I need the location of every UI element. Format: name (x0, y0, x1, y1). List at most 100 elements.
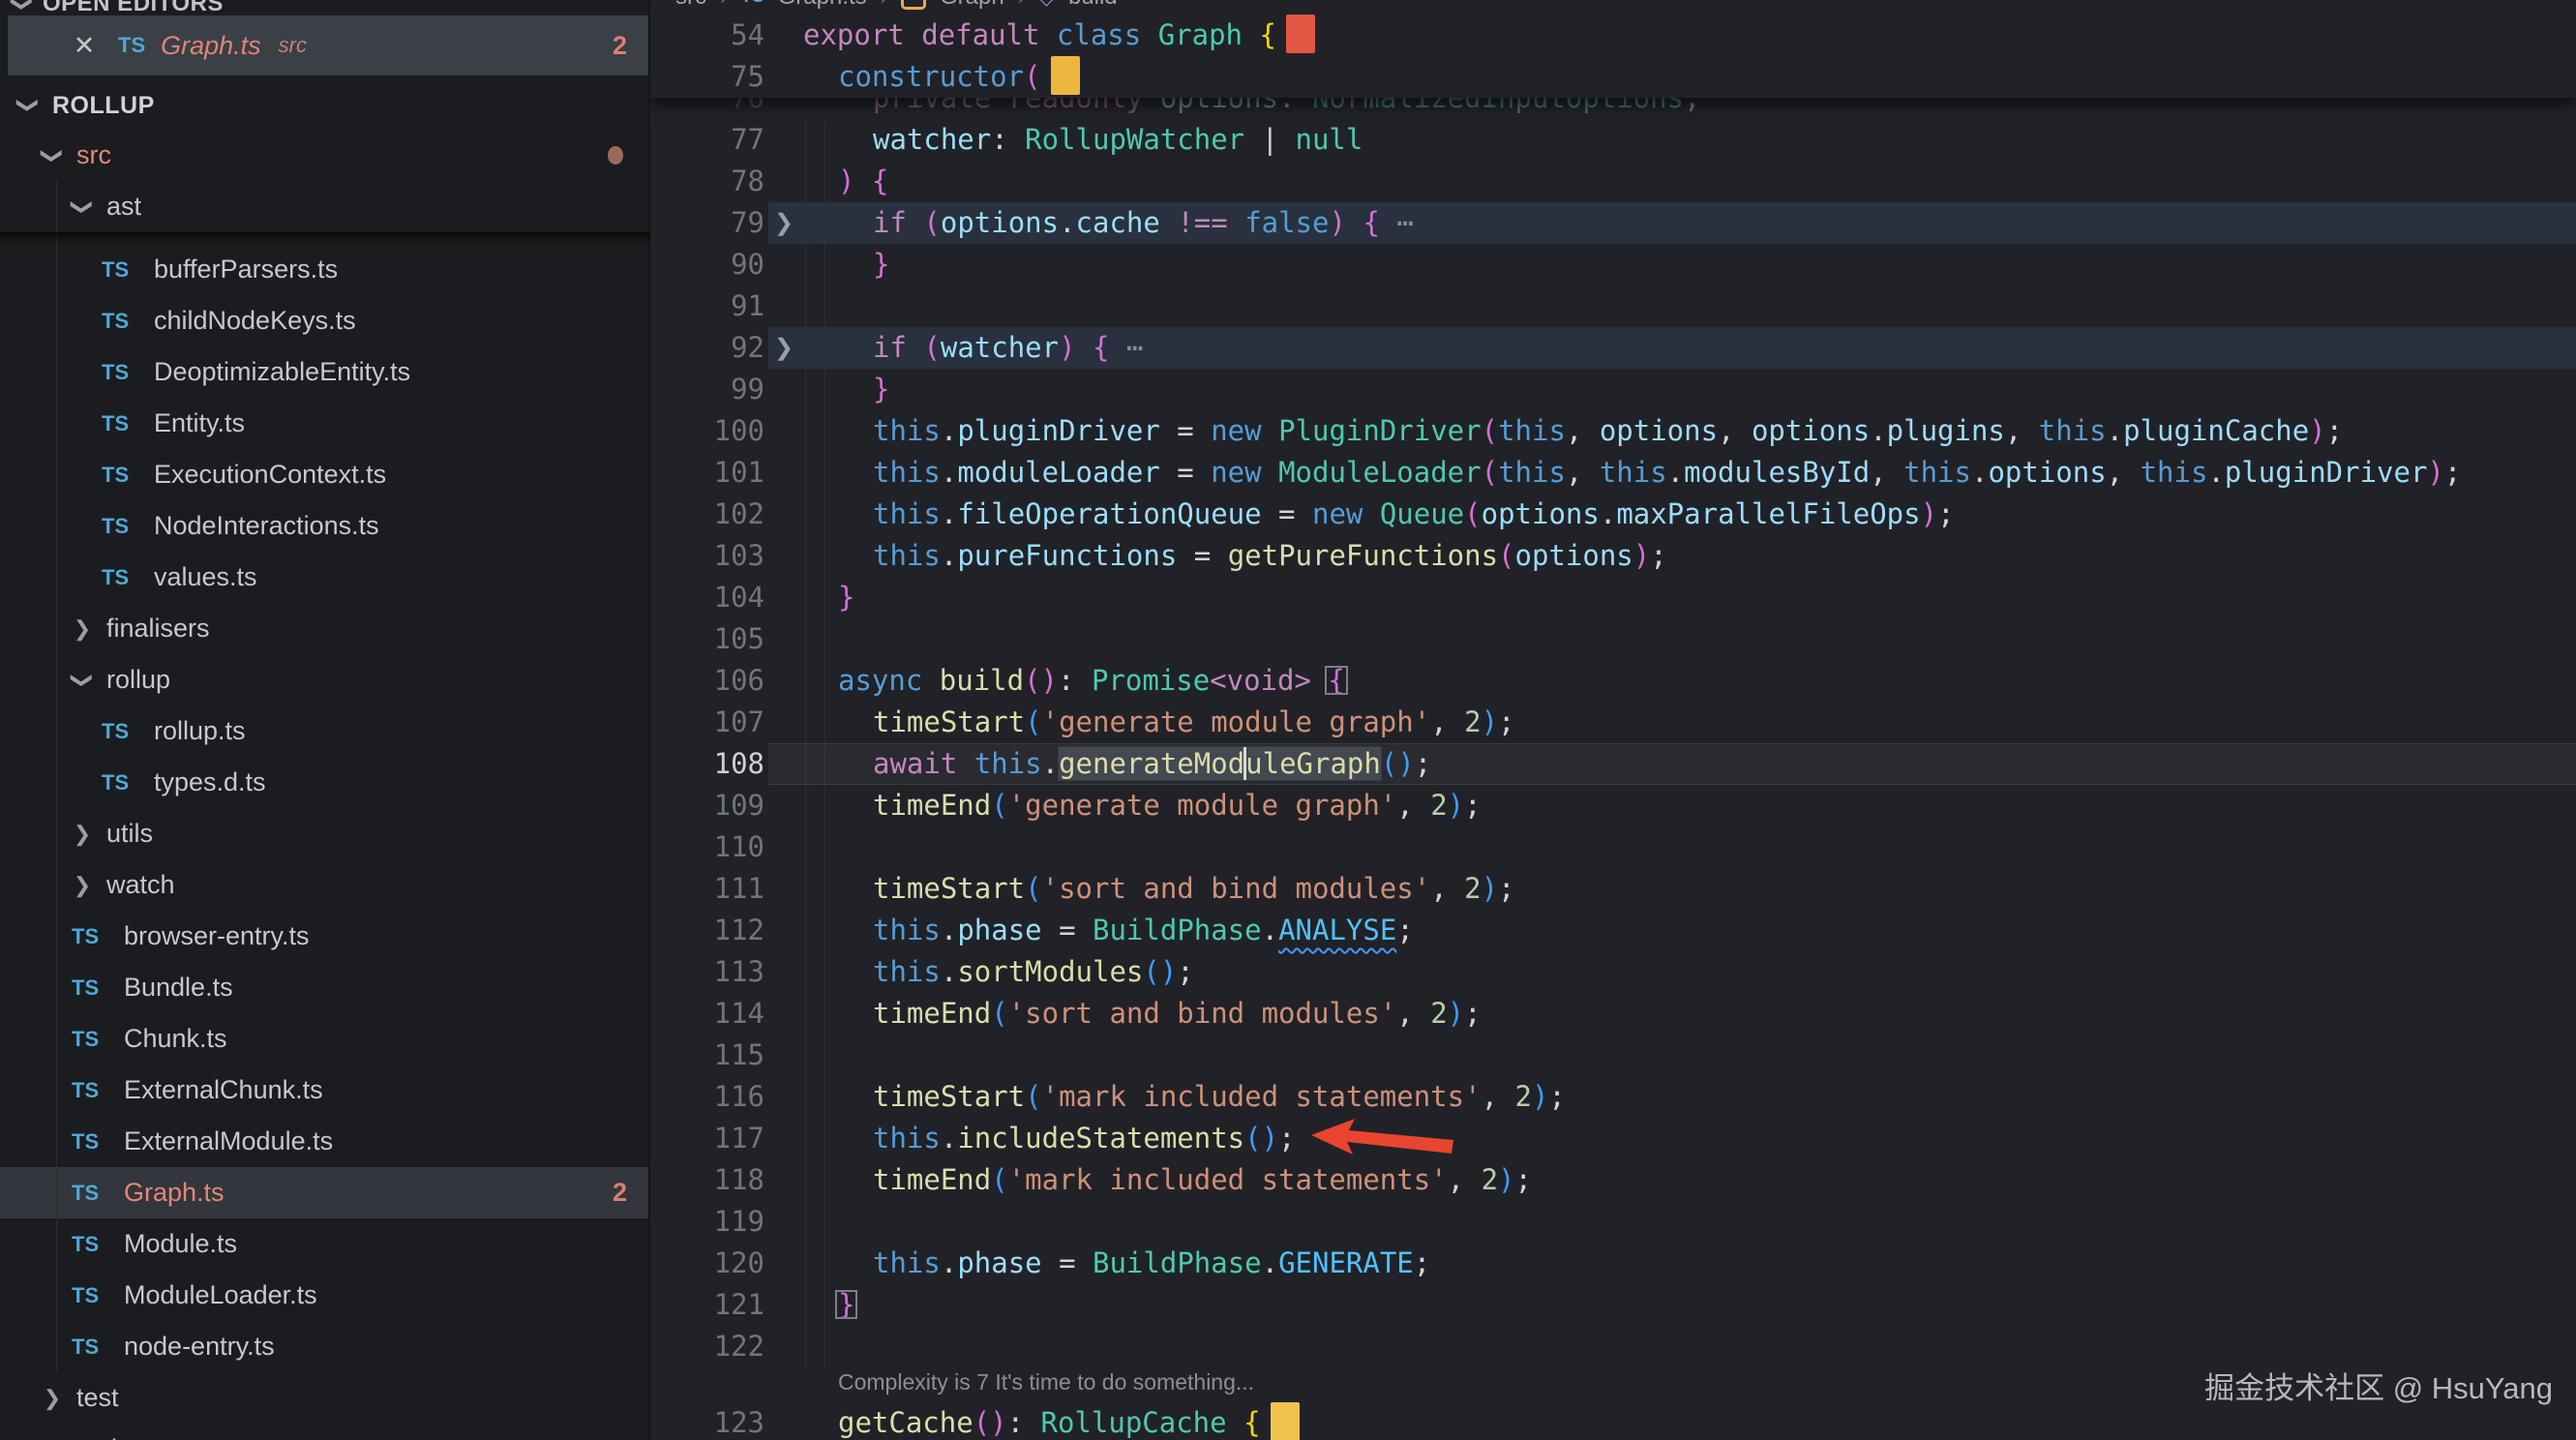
breadcrumb-item-src[interactable]: src (675, 0, 706, 11)
breadcrumb-item-graph[interactable]: Graph (940, 0, 1004, 11)
code-text: export default class Graph { (803, 15, 1315, 56)
code-line-118[interactable]: 118timeEnd('mark included statements', 2… (650, 1159, 2576, 1201)
code-line-109[interactable]: 109timeEnd('generate module graph', 2); (650, 785, 2576, 826)
tree-item-ast[interactable]: ❯ast (0, 181, 650, 232)
annotation-box-yellow2 (1271, 1402, 1300, 1440)
tree-item-rollup-ts[interactable]: TSrollup.ts (0, 705, 650, 757)
code-line-76[interactable]: 76private readonly options: NormalizedIn… (650, 98, 2576, 119)
tree-item-browser-entry-ts[interactable]: TSbrowser-entry.ts (0, 911, 650, 962)
tree-item-executioncontext-ts[interactable]: TSExecutionContext.ts (0, 449, 650, 500)
code-line-99[interactable]: 99} (650, 369, 2576, 410)
code-line-119[interactable]: 119 (650, 1201, 2576, 1243)
typescript-file-icon: TS (102, 360, 140, 385)
code-line-110[interactable]: 110 (650, 826, 2576, 868)
code-lines[interactable]: 77watcher: RollupWatcher | null78) {79❯i… (650, 119, 2576, 1440)
line-number: 114 (658, 993, 764, 1035)
text-cursor (1243, 747, 1246, 780)
code-line-112[interactable]: 112this.phase = BuildPhase.ANALYSE; (650, 910, 2576, 951)
code-line-123[interactable]: 123getCache(): RollupCache { (650, 1402, 2576, 1440)
code-text: private readonly options: NormalizedInpu… (873, 98, 1701, 119)
sticky-scroll: 54export default class Graph {75construc… (650, 15, 2576, 98)
fold-chevron-icon[interactable]: ❯ (774, 327, 794, 369)
close-icon[interactable]: ✕ (68, 31, 101, 61)
tree-item-moduleloader-ts[interactable]: TSModuleLoader.ts (0, 1270, 650, 1321)
fold-chevron-icon[interactable]: ❯ (774, 202, 794, 244)
chevron-down-icon: ❯ (70, 670, 95, 691)
code-line-78[interactable]: 78) { (650, 161, 2576, 202)
tree-item-watch[interactable]: ❯watch (0, 859, 650, 911)
typescript-file-icon: TS (72, 1129, 110, 1155)
tree-item-typings[interactable]: ❯typings (0, 1424, 650, 1440)
code-line-77[interactable]: 77watcher: RollupWatcher | null (650, 119, 2576, 161)
code-line-121[interactable]: 121} (650, 1284, 2576, 1326)
code-editor[interactable]: src›TSGraph.ts›Graph›◇build 54export def… (650, 0, 2576, 1440)
tree-item-values-ts[interactable]: TSvalues.ts (0, 552, 650, 603)
code-line-105[interactable]: 105 (650, 618, 2576, 660)
tree-item-module-ts[interactable]: TSModule.ts (0, 1218, 650, 1270)
code-line-103[interactable]: 103this.pureFunctions = getPureFunctions… (650, 535, 2576, 577)
tree-item-bundle-ts[interactable]: TSBundle.ts (0, 962, 650, 1013)
tree-item-label: typings (76, 1434, 160, 1440)
chevron-right-icon: ❯ (72, 822, 93, 847)
typescript-file-icon: TS (102, 309, 140, 334)
tree-item-rollup[interactable]: ❯rollup (0, 654, 650, 705)
code-line-117[interactable]: 117this.includeStatements(); (650, 1118, 2576, 1159)
code-line-102[interactable]: 102this.fileOperationQueue = new Queue(o… (650, 494, 2576, 535)
code-text: } (838, 577, 854, 618)
code-line-115[interactable]: 115 (650, 1035, 2576, 1076)
code-line-108[interactable]: 108await this.generateModuleGraph(); (650, 743, 2576, 785)
line-number: 91 (658, 285, 764, 327)
code-line-111[interactable]: 111timeStart('sort and bind modules', 2)… (650, 868, 2576, 910)
breadcrumb-separator: › (720, 0, 727, 10)
code-line-107[interactable]: 107timeStart('generate module graph', 2)… (650, 702, 2576, 743)
tree-item-externalmodule-ts[interactable]: TSExternalModule.ts (0, 1116, 650, 1167)
tree-item-variables[interactable]: ❯variables (0, 232, 650, 244)
explorer-section-rollup[interactable]: ❯ ROLLUP (0, 81, 650, 130)
clipped-tree-row: ❯variables (0, 232, 650, 244)
open-editor-item-graph-ts[interactable]: ✕ TS Graph.ts src 2 (8, 15, 650, 75)
line-number: 107 (658, 702, 764, 743)
code-line-91[interactable]: 91 (650, 285, 2576, 327)
code-line-114[interactable]: 114timeEnd('sort and bind modules', 2); (650, 993, 2576, 1035)
code-line-122[interactable]: 122 (650, 1326, 2576, 1367)
tree-item-graph-ts[interactable]: TSGraph.ts2 (0, 1167, 650, 1218)
modified-dot-badge (608, 146, 623, 165)
tree-item-deoptimizableentity-ts[interactable]: TSDeoptimizableEntity.ts (0, 346, 650, 398)
code-line-79[interactable]: 79❯if (options.cache !== false) { ⋯ (650, 202, 2576, 244)
code-line-100[interactable]: 100this.pluginDriver = new PluginDriver(… (650, 410, 2576, 452)
line-number: 92 (658, 327, 764, 369)
code-line-101[interactable]: 101this.moduleLoader = new ModuleLoader(… (650, 452, 2576, 494)
code-line-116[interactable]: 116timeStart('mark included statements',… (650, 1076, 2576, 1118)
code-text: } (873, 369, 889, 410)
breadcrumb-item-graph-ts[interactable]: Graph.ts (778, 0, 867, 11)
tree-item-finalisers[interactable]: ❯finalisers (0, 603, 650, 654)
breadcrumb-item-build[interactable]: build (1068, 0, 1118, 11)
tree-item-src[interactable]: ❯src (0, 130, 650, 181)
tree-item-entity-ts[interactable]: TSEntity.ts (0, 398, 650, 449)
tree-item-label: ExternalChunk.ts (124, 1075, 323, 1105)
open-editor-path: src (279, 33, 307, 58)
tree-item-test[interactable]: ❯test (0, 1372, 650, 1424)
tree-item-bufferparsers-ts[interactable]: TSbufferParsers.ts (0, 244, 650, 295)
code-line-75[interactable]: 75constructor( (650, 56, 2576, 98)
code-line-90[interactable]: 90} (650, 244, 2576, 285)
tree-item-utils[interactable]: ❯utils (0, 808, 650, 859)
code-line-120[interactable]: 120this.phase = BuildPhase.GENERATE; (650, 1243, 2576, 1284)
tree-item-node-entry-ts[interactable]: TSnode-entry.ts (0, 1321, 650, 1372)
tree-item-types-d-ts[interactable]: TStypes.d.ts (0, 757, 650, 808)
code-line-92[interactable]: 92❯if (watcher) { ⋯ (650, 327, 2576, 369)
code-line-104[interactable]: 104} (650, 577, 2576, 618)
code-line-113[interactable]: 113this.sortModules(); (650, 951, 2576, 993)
tree-item-externalchunk-ts[interactable]: TSExternalChunk.ts (0, 1065, 650, 1116)
code-line-54[interactable]: 54export default class Graph { (650, 15, 2576, 56)
code-text: if (options.cache !== false) { ⋯ (873, 202, 1414, 244)
workspace-title: ROLLUP (52, 92, 155, 120)
line-number: 77 (658, 119, 764, 161)
tree-item-chunk-ts[interactable]: TSChunk.ts (0, 1013, 650, 1065)
tree-item-label: values.ts (154, 562, 257, 592)
typescript-file-icon: TS (102, 514, 140, 539)
codelens-text[interactable]: Complexity is 7 It's time to do somethin… (838, 1369, 1254, 1395)
tree-item-nodeinteractions-ts[interactable]: TSNodeInteractions.ts (0, 500, 650, 552)
tree-item-childnodekeys-ts[interactable]: TSchildNodeKeys.ts (0, 295, 650, 346)
code-line-106[interactable]: 106async build(): Promise<void> { (650, 660, 2576, 702)
